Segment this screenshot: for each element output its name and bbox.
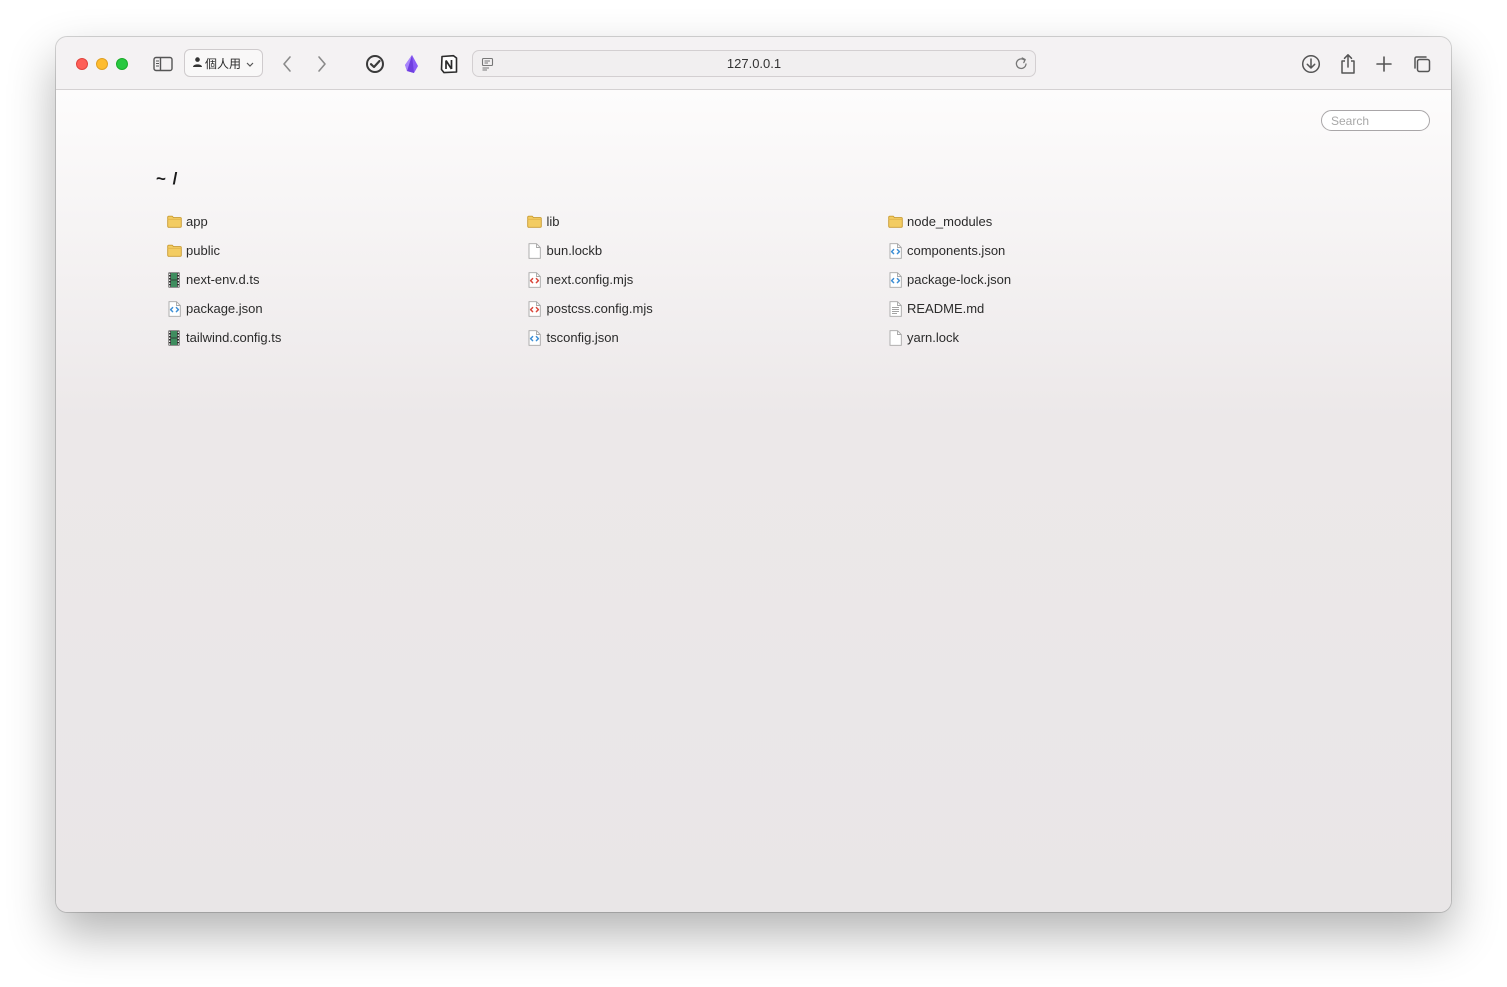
new-tab-icon[interactable]: [1371, 51, 1397, 77]
reload-icon[interactable]: [1014, 56, 1029, 76]
script-file-icon: [527, 271, 543, 288]
file-item[interactable]: public: [166, 236, 527, 265]
file-item[interactable]: next-env.d.ts: [166, 265, 527, 294]
file-name: lib: [546, 214, 560, 229]
film-file-icon: [166, 272, 182, 288]
text-file-icon: [887, 300, 903, 317]
blank-file-icon: [887, 329, 903, 346]
file-item[interactable]: next.config.mjs: [527, 265, 888, 294]
person-icon: [193, 56, 202, 70]
file-item[interactable]: bun.lockb: [527, 236, 888, 265]
folder-icon: [527, 214, 543, 230]
file-item[interactable]: yarn.lock: [887, 323, 1246, 352]
json-file-icon: [166, 300, 182, 317]
film-file-icon: [166, 330, 182, 346]
file-name: tailwind.config.ts: [186, 330, 282, 345]
file-item[interactable]: components.json: [887, 236, 1246, 265]
forward-icon[interactable]: [309, 51, 335, 77]
file-item[interactable]: package-lock.json: [887, 265, 1246, 294]
file-item[interactable]: README.md: [887, 294, 1246, 323]
file-list: app lib node_modulespublic bun.lockb compone…: [166, 207, 1246, 352]
file-name: bun.lockb: [546, 243, 603, 258]
breadcrumb: ~ /: [156, 169, 179, 188]
blank-file-icon: [527, 242, 543, 259]
folder-icon: [166, 214, 182, 230]
file-item[interactable]: postcss.config.mjs: [527, 294, 888, 323]
page-content: ~ / app lib node_modulespublic bun.lockb com…: [56, 90, 1451, 912]
json-file-icon: [527, 329, 543, 346]
tab-overview-icon[interactable]: [1409, 51, 1435, 77]
script-file-icon: [527, 300, 543, 317]
profile-label: 個人用: [205, 56, 242, 71]
folder-icon: [166, 243, 182, 259]
file-name: yarn.lock: [907, 330, 960, 345]
file-name: next-env.d.ts: [186, 272, 260, 287]
file-item[interactable]: package.json: [166, 294, 527, 323]
json-file-icon: [887, 271, 903, 288]
minimize-window-button[interactable]: [96, 58, 108, 70]
file-name: tsconfig.json: [546, 330, 619, 345]
file-item[interactable]: tailwind.config.ts: [166, 323, 527, 352]
profile-switcher-button[interactable]: 個人用: [184, 49, 263, 77]
json-file-icon: [887, 242, 903, 259]
file-item[interactable]: node_modules: [887, 207, 1246, 236]
file-name: node_modules: [907, 214, 993, 229]
file-name: package.json: [186, 301, 263, 316]
downloads-icon[interactable]: [1298, 51, 1324, 77]
back-icon[interactable]: [274, 51, 300, 77]
close-window-button[interactable]: [76, 58, 88, 70]
notion-extension-icon[interactable]: [436, 51, 462, 77]
file-item[interactable]: lib: [527, 207, 888, 236]
folder-icon: [887, 214, 903, 230]
chevron-down-icon: [246, 56, 254, 70]
file-name: next.config.mjs: [546, 272, 634, 287]
crystal-extension-icon[interactable]: [399, 51, 425, 77]
file-name: app: [186, 214, 208, 229]
file-item[interactable]: app: [166, 207, 527, 236]
file-name: public: [186, 243, 220, 258]
file-item[interactable]: tsconfig.json: [527, 323, 888, 352]
toolbar: 個人用 127.0.0.1: [56, 37, 1451, 90]
url-text: 127.0.0.1: [726, 56, 782, 71]
search-input[interactable]: [1321, 110, 1430, 131]
file-name: components.json: [907, 243, 1006, 258]
todo-extension-icon[interactable]: [362, 51, 388, 77]
zoom-window-button[interactable]: [116, 58, 128, 70]
share-icon[interactable]: [1335, 51, 1361, 77]
file-name: postcss.config.mjs: [546, 301, 653, 316]
file-name: package-lock.json: [907, 272, 1012, 287]
address-bar[interactable]: 127.0.0.1: [472, 50, 1036, 77]
sidebar-toggle-icon[interactable]: [150, 51, 176, 77]
file-name: README.md: [907, 301, 985, 316]
browser-window: 個人用 127.0.0.1 Search ~ / app lib node_mo…: [56, 37, 1451, 912]
